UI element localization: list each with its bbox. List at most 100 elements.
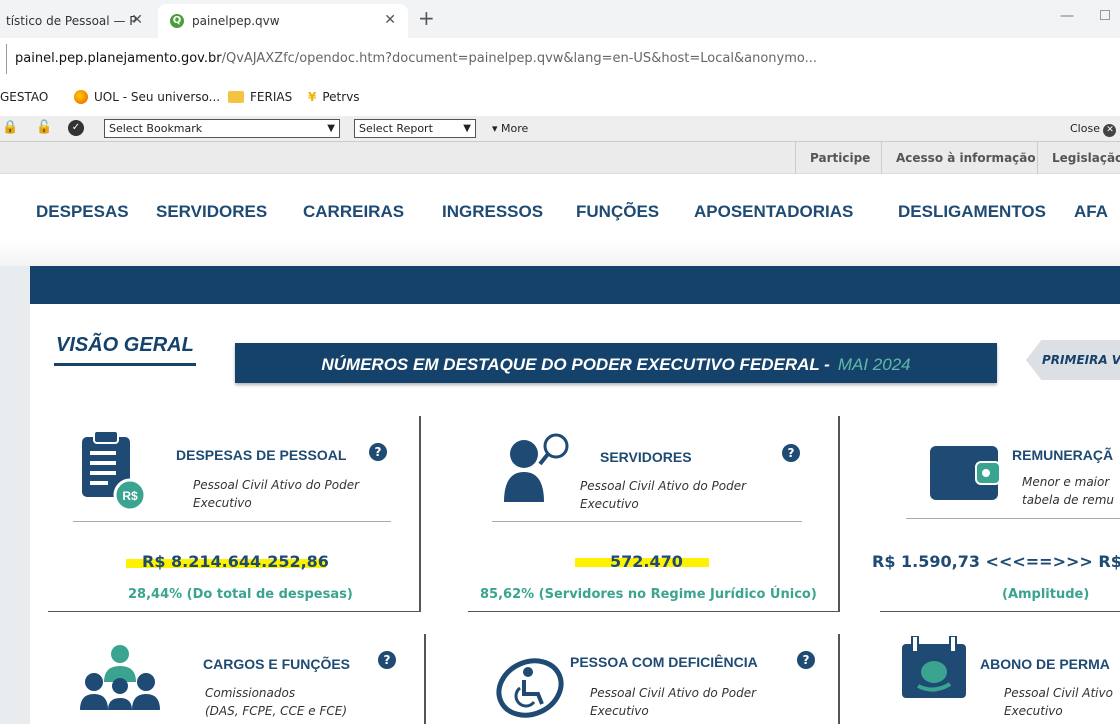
qlik-favicon-icon: Q <box>170 14 184 28</box>
header-band <box>30 266 1120 304</box>
menu-despesas[interactable]: DESPESAS <box>36 202 129 222</box>
card-subtitle: Pessoal Civil Ativo <box>1004 686 1113 700</box>
url-host: painel.pep.planejamento.gov.br <box>15 51 222 66</box>
menu-carreiras[interactable]: CARREIRAS <box>303 202 404 222</box>
chevron-down-icon: ▾ <box>492 122 498 135</box>
section-underline <box>54 363 196 366</box>
card-separator <box>492 521 802 522</box>
card-divider <box>838 634 840 724</box>
qlikview-toolbar: 🔒 🔓 ✓ Select Bookmark ▼ Select Report ▼ … <box>0 116 1120 142</box>
help-icon[interactable]: ? <box>378 651 396 669</box>
browser-tab-bar: tístico de Pessoal — P ✕ Q painelpep.qvw… <box>0 0 1120 38</box>
tab-painelpep[interactable]: Q painelpep.qvw ✕ <box>158 4 408 38</box>
chevron-down-icon: ▼ <box>327 123 335 134</box>
card-subtitle: Pessoal Civil Ativo do Poder <box>193 478 360 492</box>
card-divider <box>838 416 840 612</box>
card-divider <box>419 416 421 612</box>
card-subtitle: Executivo <box>1004 704 1063 718</box>
wallet-icon <box>930 446 1001 500</box>
new-tab-icon[interactable]: + <box>418 6 435 30</box>
url-input[interactable]: painel.pep.planejamento.gov.br/QvAJAXZfc… <box>6 44 906 74</box>
card-value: R$ 1.590,73 <<<==>>> R$ <box>872 552 1120 571</box>
address-bar: painel.pep.planejamento.gov.br/QvAJAXZfc… <box>0 38 1120 105</box>
card-subtitle: Pessoal Civil Ativo do Poder <box>580 479 747 493</box>
card-subtitle: Executivo <box>590 704 649 718</box>
menu-ingressos[interactable]: INGRESSOS <box>442 202 543 222</box>
card-separator <box>73 521 391 522</box>
card-title: REMUNERAÇÃ <box>1012 447 1114 463</box>
card-subtitle: Menor e maior <box>1022 475 1110 489</box>
bookmark-label: Petrvs <box>322 90 360 104</box>
card-bottom-line <box>48 611 420 612</box>
more-label: More <box>501 122 529 135</box>
primeira-tab[interactable]: PRIMEIRA V <box>1026 340 1120 380</box>
calendar-money-icon <box>902 636 966 698</box>
check-icon[interactable]: ✓ <box>68 120 84 136</box>
restore-window-icon[interactable] <box>1100 10 1110 20</box>
help-icon[interactable]: ? <box>369 443 387 461</box>
banner-month: MAI 2024 <box>837 355 911 374</box>
minimize-icon[interactable]: — <box>1060 8 1074 24</box>
card-percentage: 28,44% (Do total de despesas) <box>128 587 353 602</box>
person-search-icon <box>504 433 569 502</box>
svg-text:R$: R$ <box>122 489 138 503</box>
left-strip <box>0 266 30 724</box>
card-title: ABONO DE PERMA <box>980 656 1110 672</box>
tab-title: tístico de Pessoal — P <box>6 14 137 28</box>
main-menu: DESPESAS SERVIDORES CARREIRAS INGRESSOS … <box>0 174 1120 266</box>
card-divider <box>424 634 426 724</box>
menu-desligamentos[interactable]: DESLIGAMENTOS <box>898 202 1046 222</box>
uol-icon <box>74 90 88 104</box>
more-button[interactable]: ▾ More <box>492 122 528 135</box>
card-value: 572.470 <box>610 552 683 571</box>
close-icon: ✕ <box>1103 124 1117 137</box>
bookmark-gestao[interactable]: GESTAO <box>0 90 48 104</box>
card-title: SERVIDORES <box>600 449 692 465</box>
card-subtitle: Comissionados <box>205 686 296 700</box>
url-path: /QvAJAXZfc/opendoc.htm?document=painelpe… <box>221 51 817 66</box>
link-acesso-informacao[interactable]: Acesso à informação <box>881 142 1037 174</box>
petrvs-icon: ¥ <box>308 90 317 104</box>
card-separator <box>906 518 1120 519</box>
section-title: VISÃO GERAL <box>56 334 194 356</box>
report-select-value: Select Report <box>359 122 433 135</box>
tab-title: painelpep.qvw <box>192 14 280 28</box>
bookmark-label: UOL - Seu universo... <box>94 90 221 104</box>
link-legislacao[interactable]: Legislação <box>1037 142 1120 174</box>
portal-bar: Participe Acesso à informação Legislação <box>0 142 1120 174</box>
clipboard-money-icon: R$ <box>82 430 147 512</box>
card-subtitle: Pessoal Civil Ativo do Poder <box>590 686 757 700</box>
bookmark-select[interactable]: Select Bookmark ▼ <box>104 119 340 138</box>
close-tab-icon[interactable]: ✕ <box>384 12 396 28</box>
menu-afastamentos[interactable]: AFA <box>1074 202 1108 222</box>
tab-estatistico[interactable]: tístico de Pessoal — P ✕ <box>0 4 155 38</box>
bookmark-ferias[interactable]: FERIAS <box>228 90 292 104</box>
card-subtitle: tabela de remu <box>1022 493 1114 507</box>
bookmark-label: GESTAO <box>0 90 49 104</box>
menu-funcoes[interactable]: FUNÇÕES <box>576 202 659 222</box>
help-icon[interactable]: ? <box>797 651 815 669</box>
bookmark-uol[interactable]: UOL - Seu universo... <box>74 90 220 104</box>
card-bottom-line <box>880 611 1120 612</box>
card-percentage: 85,62% (Servidores no Regime Jurídico Ún… <box>480 587 817 602</box>
card-title: CARGOS E FUNÇÕES <box>203 656 351 672</box>
bookmark-label: FERIAS <box>250 90 293 104</box>
unlock-icon[interactable]: 🔓 <box>36 120 52 135</box>
card-title: DESPESAS DE PESSOAL <box>176 447 347 463</box>
bookmark-petrvs[interactable]: ¥ Petrvs <box>308 90 360 104</box>
banner-text: NÚMEROS EM DESTAQUE DO PODER EXECUTIVO F… <box>321 355 830 374</box>
card-title: PESSOA COM DEFICIÊNCIA <box>570 654 758 670</box>
close-label: Close <box>1070 122 1100 135</box>
lock-icon[interactable]: 🔒 <box>2 120 18 135</box>
bookmark-select-value: Select Bookmark <box>109 122 203 135</box>
card-subtitle: Executivo <box>580 497 639 511</box>
card-percentage: (Amplitude) <box>1002 587 1090 602</box>
close-tab-icon[interactable]: ✕ <box>131 12 143 28</box>
report-select[interactable]: Select Report ▼ <box>354 119 476 138</box>
link-participe[interactable]: Participe <box>795 142 881 174</box>
help-icon[interactable]: ? <box>782 444 800 462</box>
menu-servidores[interactable]: SERVIDORES <box>156 202 267 222</box>
close-button[interactable]: Close ✕ <box>1070 122 1117 137</box>
accessibility-icon <box>496 658 564 718</box>
menu-aposentadorias[interactable]: APOSENTADORIAS <box>694 202 853 222</box>
